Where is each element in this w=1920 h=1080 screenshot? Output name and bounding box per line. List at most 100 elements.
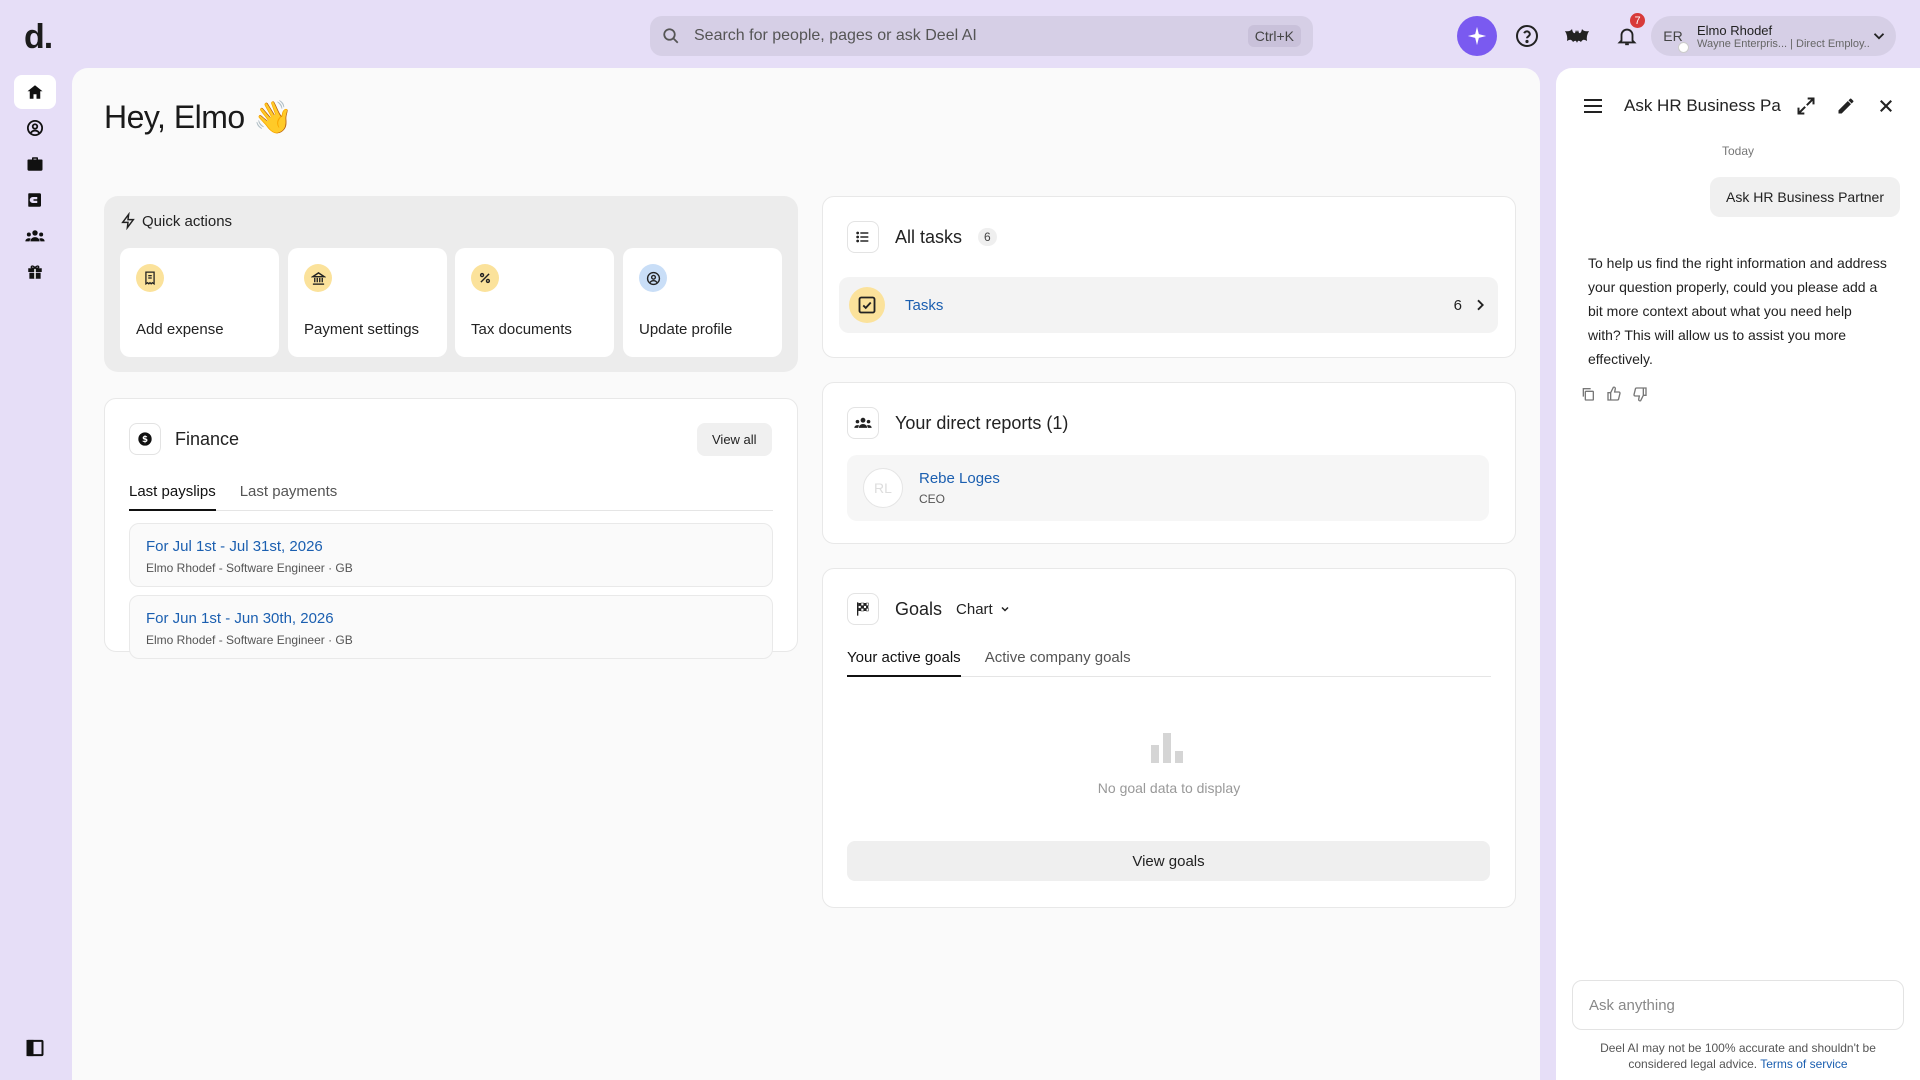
search-placeholder: Search for people, pages or ask Deel AI — [694, 27, 977, 44]
nav-jobs[interactable] — [14, 147, 56, 181]
bar-chart-icon — [1149, 731, 1185, 770]
bat-icon — [1565, 29, 1589, 43]
thumbs-up-icon[interactable] — [1606, 386, 1622, 407]
quick-actions-title: Quick actions — [142, 212, 233, 230]
search-shortcut: Ctrl+K — [1247, 25, 1301, 47]
tab-your-active-goals[interactable]: Your active goals — [847, 649, 961, 677]
sparkle-icon — [1467, 26, 1487, 46]
tasks-card: All tasks 6 Tasks 6 — [822, 196, 1516, 358]
collapse-sidebar-button[interactable] — [14, 1031, 56, 1065]
ai-disclaimer: Deel AI may not be 100% accurate and sho… — [1580, 1040, 1896, 1072]
quick-action-tax-documents[interactable]: Tax documents — [455, 248, 614, 357]
bat-mode-button[interactable] — [1557, 16, 1597, 56]
quick-action-label: Payment settings — [304, 321, 420, 338]
copy-icon[interactable] — [1580, 386, 1596, 407]
payslip-subtitle: Elmo Rhodef - Software Engineer · GB — [146, 633, 353, 647]
list-icon — [847, 221, 879, 253]
help-button[interactable] — [1507, 16, 1547, 56]
report-role: CEO — [919, 492, 946, 506]
quick-action-label: Tax documents — [471, 321, 572, 338]
quick-action-add-expense[interactable]: Add expense — [120, 248, 279, 357]
wallet-icon — [28, 193, 41, 207]
user-circle-icon — [26, 119, 44, 137]
tasks-title: All tasks — [895, 226, 963, 247]
goals-view-label: Chart — [956, 600, 993, 618]
user-avatar: ER — [1657, 20, 1689, 53]
expand-button[interactable] — [1790, 90, 1822, 122]
svg-text:$: $ — [142, 435, 148, 445]
quick-action-label: Add expense — [136, 321, 224, 338]
avatar: RL — [863, 468, 903, 508]
tasks-row-count: 6 — [1453, 296, 1462, 314]
status-dot — [1678, 42, 1689, 53]
terms-of-service-link[interactable]: Terms of service — [1760, 1057, 1847, 1071]
nav-wallet[interactable] — [14, 183, 56, 217]
tab-active-company-goals[interactable]: Active company goals — [985, 649, 1131, 676]
notification-count-badge: 7 — [1630, 13, 1645, 28]
bell-icon — [1617, 28, 1637, 46]
quick-action-payment-settings[interactable]: Payment settings — [288, 248, 447, 357]
finance-title: Finance — [175, 428, 240, 449]
nav-benefits[interactable] — [14, 255, 56, 289]
thumbs-down-icon[interactable] — [1632, 386, 1648, 407]
nav-profile[interactable] — [14, 111, 56, 145]
home-icon — [27, 85, 43, 99]
tab-last-payslips[interactable]: Last payslips — [129, 483, 216, 511]
page-greeting: Hey, Elmo 👋 — [104, 99, 293, 135]
direct-report-row[interactable]: RL Rebe Loges CEO — [847, 455, 1489, 521]
team-icon — [847, 407, 879, 439]
tasks-row-label[interactable]: Tasks — [905, 297, 1454, 314]
user-initials: ER — [1663, 28, 1683, 44]
flag-icon — [847, 593, 879, 625]
empty-goals-text: No goal data to display — [1097, 780, 1241, 796]
direct-reports-title: Your direct reports (1) — [895, 412, 1069, 433]
checkbox-icon — [849, 287, 885, 323]
deel-logo[interactable]: d. — [24, 18, 53, 57]
deel-ai-button[interactable] — [1457, 16, 1497, 56]
hr-chat-panel: Ask HR Business Part... Today Ask HR Bus… — [1556, 68, 1920, 1080]
menu-icon[interactable] — [1580, 93, 1606, 119]
briefcase-icon — [27, 157, 43, 171]
close-icon — [1880, 100, 1892, 112]
goals-title: Goals — [895, 598, 943, 619]
percent-icon — [471, 264, 499, 292]
notifications-button[interactable]: 7 — [1607, 13, 1647, 56]
dollar-icon: $ — [129, 423, 161, 455]
ai-message: To help us find the right information an… — [1588, 255, 1887, 367]
goals-view-dropdown[interactable]: Chart — [956, 601, 1011, 618]
quick-actions-panel: Quick actions Add expense Payment settin… — [104, 196, 798, 372]
quick-action-update-profile[interactable]: Update profile — [623, 248, 782, 357]
chat-input-placeholder: Ask anything — [1589, 996, 1675, 1014]
search-icon — [663, 28, 679, 44]
chat-title: Ask HR Business Part... — [1624, 96, 1782, 115]
search-bar[interactable]: Search for people, pages or ask Deel AI … — [650, 16, 1313, 56]
direct-reports-card: Your direct reports (1) RL Rebe Loges CE… — [822, 382, 1516, 544]
tab-last-payments[interactable]: Last payments — [240, 483, 338, 510]
quick-action-label: Update profile — [639, 321, 733, 338]
team-icon — [25, 230, 45, 242]
edit-button[interactable] — [1830, 90, 1862, 122]
report-name-link[interactable]: Rebe Loges — [919, 470, 1000, 487]
user-message: Ask HR Business Partner — [1710, 177, 1900, 217]
pencil-icon — [1838, 98, 1854, 114]
close-button[interactable] — [1870, 90, 1902, 122]
lightning-icon — [121, 212, 135, 230]
nav-home[interactable] — [14, 75, 56, 109]
payslip-title[interactable]: For Jul 1st - Jul 31st, 2026 — [146, 538, 756, 555]
payslip-title[interactable]: For Jun 1st - Jun 30th, 2026 — [146, 610, 756, 627]
goals-card: Goals Chart Your active goals Active com… — [822, 568, 1516, 908]
main-content: Hey, Elmo 👋 Quick actions Add expense Pa… — [72, 68, 1540, 1080]
user-menu[interactable]: ER Elmo Rhodef Wayne Enterpris... | Dire… — [1651, 16, 1896, 56]
chat-input[interactable]: Ask anything — [1572, 980, 1904, 1030]
payslip-row[interactable]: For Jul 1st - Jul 31st, 2026 Elmo Rhodef… — [129, 523, 773, 587]
receipt-icon — [136, 264, 164, 292]
view-goals-button[interactable]: View goals — [847, 841, 1490, 881]
payslip-subtitle: Elmo Rhodef - Software Engineer · GB — [146, 561, 353, 575]
view-all-button[interactable]: View all — [697, 423, 772, 456]
chevron-right-icon — [1477, 299, 1484, 311]
user-circle-icon — [639, 264, 667, 292]
payslip-row[interactable]: For Jun 1st - Jun 30th, 2026 Elmo Rhodef… — [129, 595, 773, 659]
tasks-row[interactable]: Tasks 6 — [839, 277, 1498, 333]
sidebar-toggle-icon — [26, 1039, 44, 1057]
nav-team[interactable] — [14, 219, 56, 253]
